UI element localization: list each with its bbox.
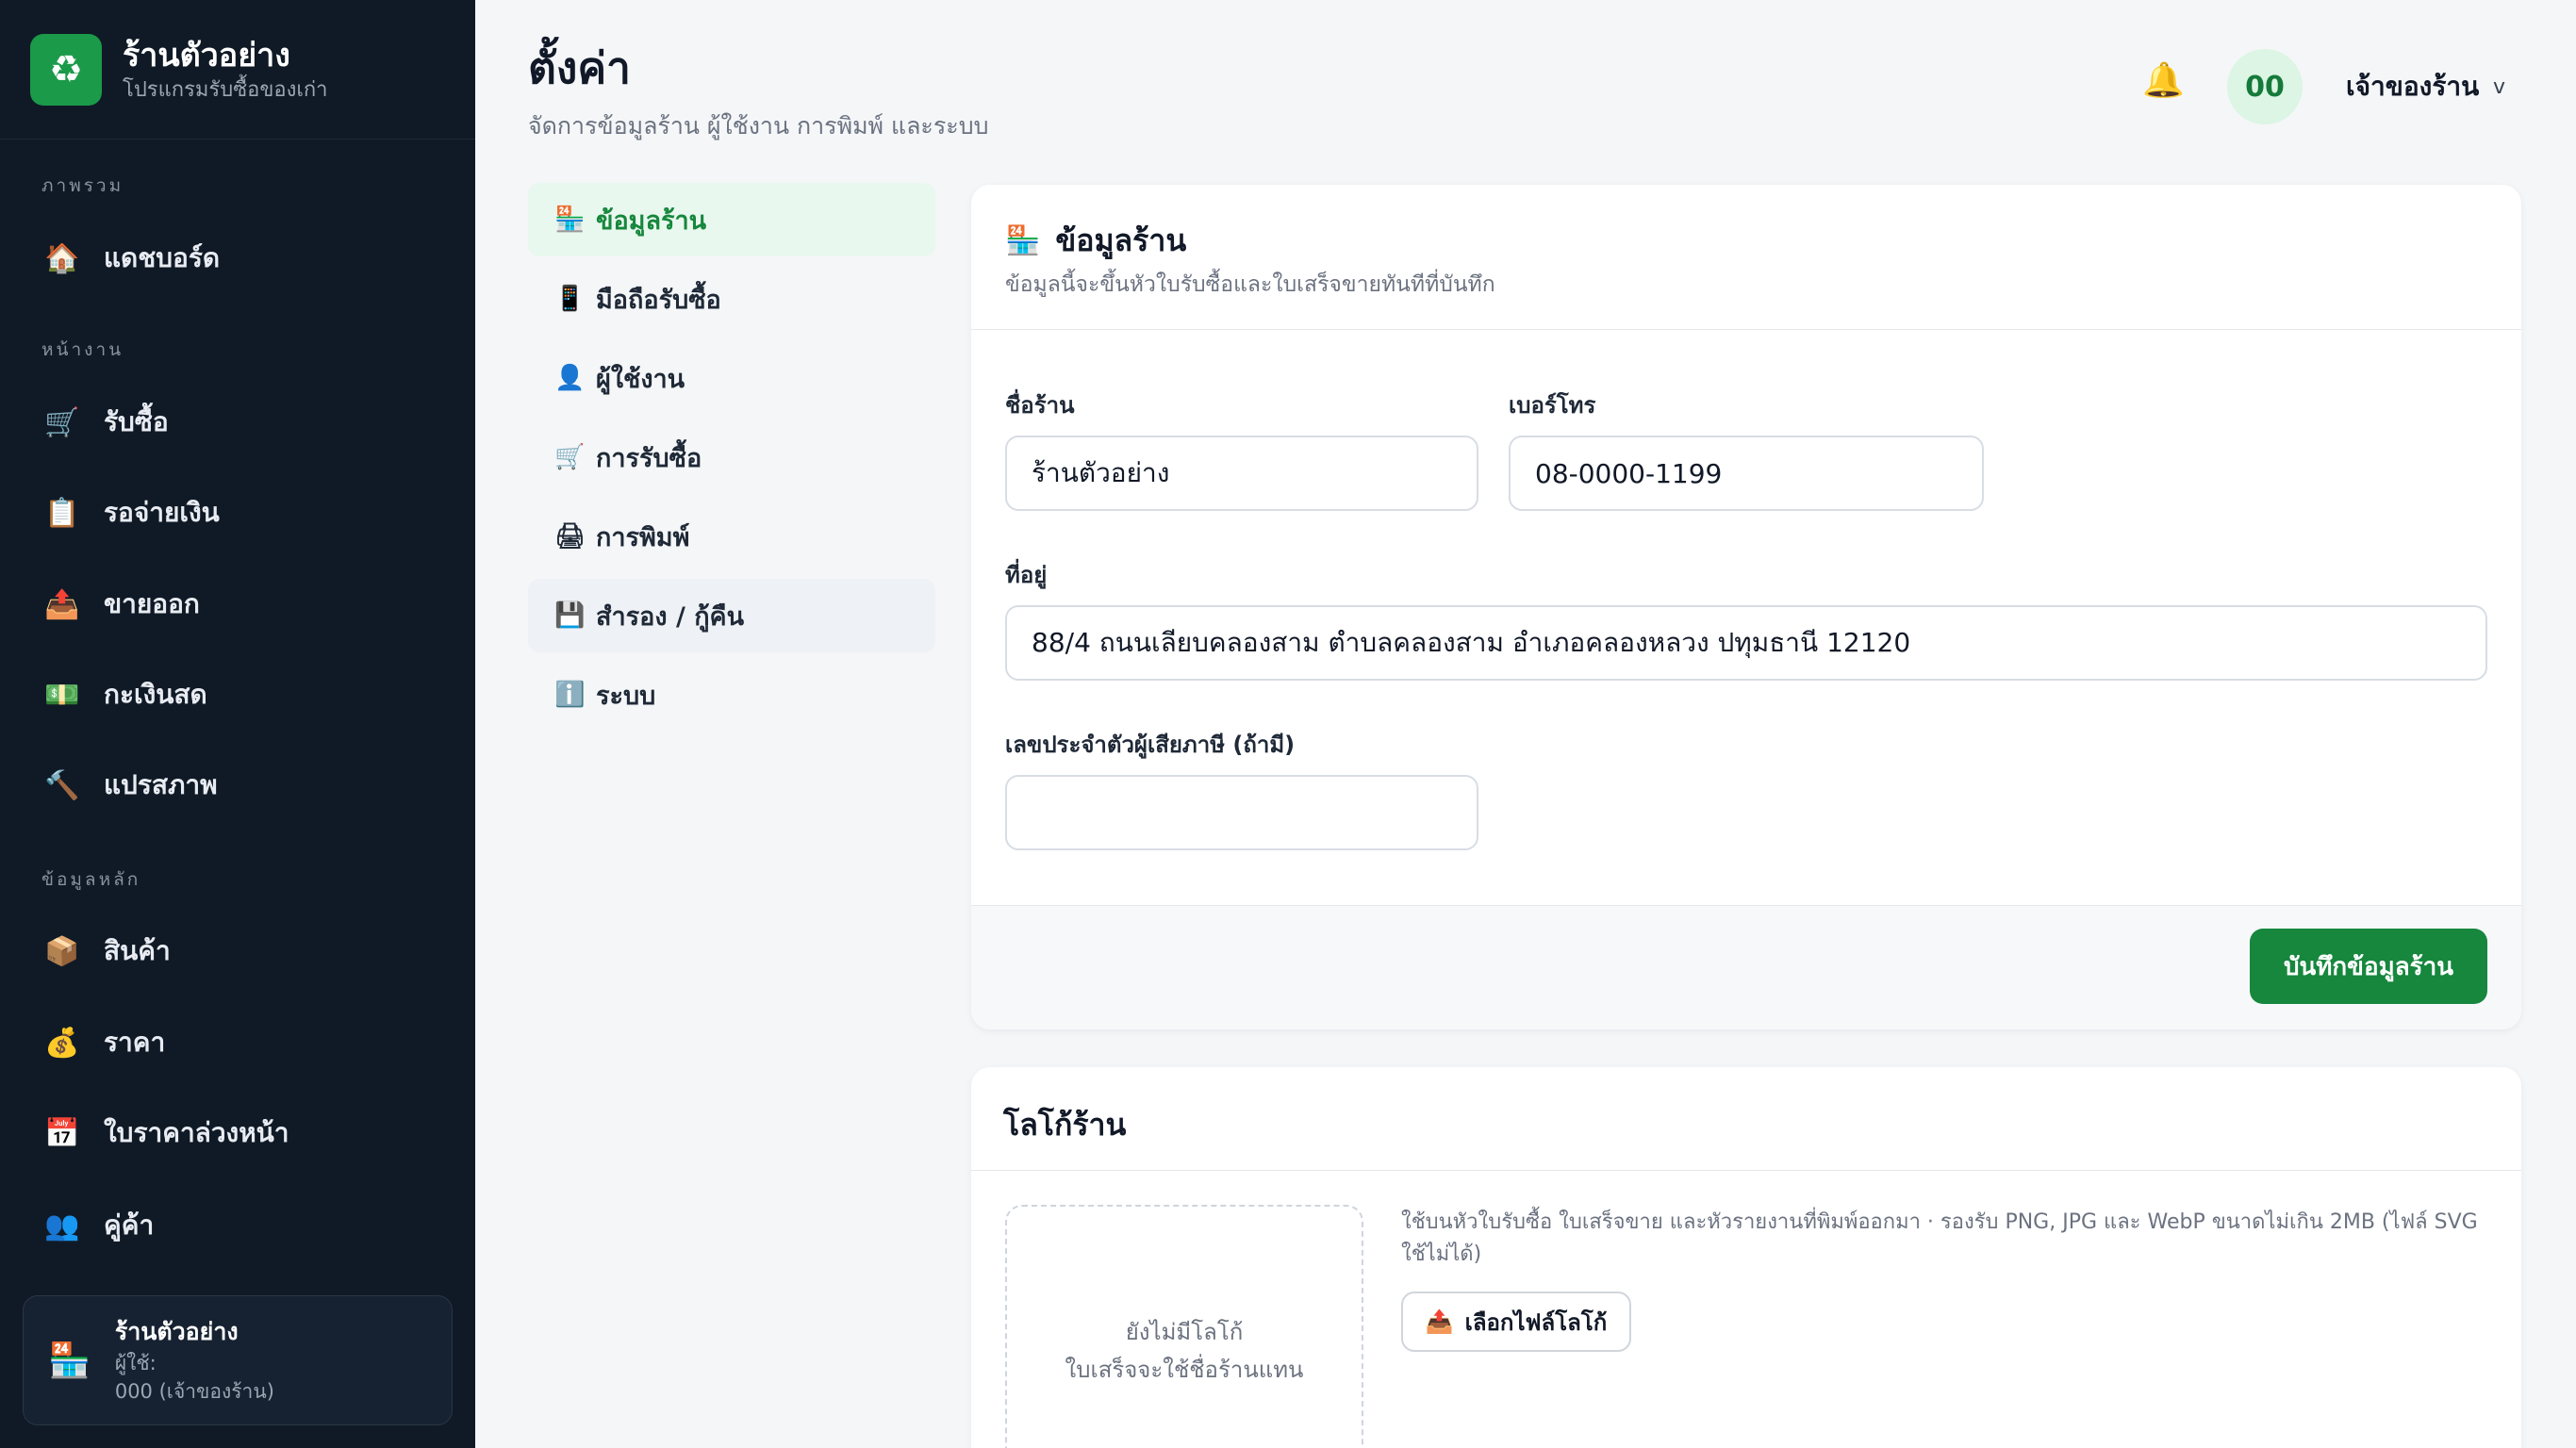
section-label-workspace: หน้างาน xyxy=(41,339,124,360)
tab-system[interactable]: ℹ️ ระบบ xyxy=(528,658,935,732)
sidebar-item-partners[interactable]: 👥 คู่ค้า xyxy=(41,1197,154,1254)
sidebar-item-label: แปรสภาพ xyxy=(104,769,218,800)
tab-printing[interactable]: 🖨 การพิมพ์ xyxy=(528,500,935,573)
sidebar-item-label: รับซื้อ xyxy=(104,406,169,437)
sidebar-item-label: กะเงินสด xyxy=(104,679,207,710)
address-label: ที่อยู่ xyxy=(1005,562,1048,588)
recycle-icon: ♻ xyxy=(30,33,102,106)
sidebar-item-label: ขายออก xyxy=(104,588,200,619)
sidebar-item-label: ราคา xyxy=(104,1027,166,1058)
tax-id-label: เลขประจำตัวผู้เสียภาษี (ถ้ามี) xyxy=(1005,732,1296,758)
app-subtitle: โปรแกรมรับซื้อของเก่า xyxy=(123,77,328,102)
sidebar-item-label: ใบราคาล่วงหน้า xyxy=(104,1117,289,1148)
user-card[interactable]: 🏪 ร้านตัวอย่าง ผู้ใช้: 000 (เจ้าของร้าน) xyxy=(23,1295,453,1425)
tab-mobile-buy[interactable]: 📱 มือถือรับซื้อ xyxy=(528,262,935,336)
printer-icon: 🖨 xyxy=(554,522,586,551)
logo-empty-line2: ใบเสร็จจะใช้ชื่อร้านแทน xyxy=(1065,1357,1304,1383)
shop-name-input[interactable]: ร้านตัวอย่าง xyxy=(1005,436,1478,511)
tab-backup-restore[interactable]: 💾 สำรอง / กู้คืน xyxy=(528,579,935,652)
home-icon: 🏠 xyxy=(44,241,80,275)
phone-label: เบอร์โทร xyxy=(1509,392,1596,419)
cart-icon: 🛒 xyxy=(44,405,80,439)
choose-logo-button[interactable]: 📤 เลือกไฟล์โลโก้ xyxy=(1401,1292,1631,1352)
tab-label: การพิมพ์ xyxy=(596,522,690,552)
card-title: โลโก้ร้าน xyxy=(1003,1107,1127,1143)
tab-buying[interactable]: 🛒 การรับซื้อ xyxy=(528,420,935,494)
tax-id-input[interactable] xyxy=(1005,775,1478,850)
tab-label: ระบบ xyxy=(596,681,656,711)
shop-icon: 🏪 xyxy=(48,1341,91,1380)
user-card-shop: ร้านตัวอย่าง xyxy=(114,1318,239,1345)
user-card-user-value: 000 (เจ้าของร้าน) xyxy=(114,1380,274,1403)
upload-icon: 📤 xyxy=(1425,1308,1454,1335)
sidebar-item-buy[interactable]: 🛒 รับซื้อ xyxy=(41,394,169,451)
sidebar: ♻ ร้านตัวอย่าง โปรแกรมรับซื้อของเก่า ภาพ… xyxy=(0,0,475,1448)
brand[interactable]: ♻ ร้านตัวอย่าง โปรแกรมรับซื้อของเก่า xyxy=(0,0,475,140)
tab-users[interactable]: 👤 ผู้ใช้งาน xyxy=(528,341,935,415)
tab-label: ผู้ใช้งาน xyxy=(596,364,685,394)
sidebar-item-label: รอจ่ายเงิน xyxy=(104,497,220,528)
sidebar-item-products[interactable]: 📦 สินค้า xyxy=(41,923,171,979)
app-name: ร้านตัวอย่าง xyxy=(123,36,290,74)
tab-label: การรับซื้อ xyxy=(596,443,702,473)
sidebar-item-prices[interactable]: 💰 ราคา xyxy=(41,1014,165,1071)
sidebar-item-advance-quotes[interactable]: 📅 ใบราคาล่วงหน้า xyxy=(41,1105,289,1161)
chevron-down-icon[interactable]: v xyxy=(2493,75,2505,99)
page-title: ตั้งค่า xyxy=(528,42,631,93)
sidebar-item-cash-shift[interactable]: 💵 กะเงินสด xyxy=(41,666,207,723)
sidebar-item-label: แดชบอร์ด xyxy=(104,242,221,273)
people-icon: 👥 xyxy=(44,1209,80,1242)
shop-info-card: 🏪 ข้อมูลร้าน ข้อมูลนี้จะขึ้นหัวใบรับซื้อ… xyxy=(971,185,2521,1029)
choose-logo-label: เลือกไฟล์โลโก้ xyxy=(1464,1308,1608,1336)
logo-empty-line1: ยังไม่มีโลโก้ xyxy=(1125,1319,1244,1345)
card-title: 🏪 ข้อมูลร้าน xyxy=(1005,217,1186,265)
sidebar-item-dashboard[interactable]: 🏠 แดชบอร์ด xyxy=(41,230,220,287)
shop-icon: 🏪 xyxy=(554,206,586,234)
user-icon: 👤 xyxy=(554,364,586,392)
outbox-icon: 📤 xyxy=(44,587,80,621)
section-label-overview: ภาพรวม xyxy=(41,175,124,196)
sidebar-item-pending-payment[interactable]: 📋 รอจ่ายเงิน xyxy=(41,485,220,541)
shop-logo-card: โลโก้ร้าน ยังไม่มีโลโก้ ใบเสร็จจะใช้ชื่อ… xyxy=(971,1067,2521,1448)
save-shop-info-button[interactable]: บันทึกข้อมูลร้าน xyxy=(2250,929,2487,1004)
mobile-icon: 📱 xyxy=(554,285,586,313)
address-input[interactable]: 88/4 ถนนเลียบคลองสาม ตำบลคลองสาม อำเภอคล… xyxy=(1005,605,2487,681)
tab-label: สำรอง / กู้คืน xyxy=(596,601,745,632)
sidebar-item-processing[interactable]: 🔨 แปรสภาพ xyxy=(41,757,218,814)
section-label-master-data: ข้อมูลหลัก xyxy=(41,869,141,890)
avatar[interactable]: 00 xyxy=(2227,49,2303,124)
package-icon: 📦 xyxy=(44,934,80,968)
shop-icon: 🏪 xyxy=(1005,224,1041,257)
cash-icon: 💵 xyxy=(44,678,80,712)
hammer-icon: 🔨 xyxy=(44,768,80,802)
page-subtitle: จัดการข้อมูลร้าน ผู้ใช้งาน การพิมพ์ และร… xyxy=(528,112,989,140)
clipboard-icon: 📋 xyxy=(44,496,80,530)
card-title-text: ข้อมูลร้าน xyxy=(1055,222,1187,258)
sidebar-item-sell[interactable]: 📤 ขายออก xyxy=(41,576,200,633)
tab-label: ข้อมูลร้าน xyxy=(596,206,707,236)
sidebar-item-label: คู่ค้า xyxy=(104,1209,155,1241)
card-footer: บันทึกข้อมูลร้าน xyxy=(971,905,2521,1029)
logo-placeholder[interactable]: ยังไม่มีโลโก้ ใบเสร็จจะใช้ชื่อร้านแทน xyxy=(1005,1205,1363,1448)
shop-name-label: ชื่อร้าน xyxy=(1005,392,1075,419)
card-subtitle: ข้อมูลนี้จะขึ้นหัวใบรับซื้อและใบเสร็จขาย… xyxy=(1005,272,1495,297)
cart-icon: 🛒 xyxy=(554,443,586,471)
floppy-disk-icon: 💾 xyxy=(554,601,586,630)
tab-label: มือถือรับซื้อ xyxy=(596,285,721,315)
info-icon: ℹ️ xyxy=(554,681,586,709)
card-header: โลโก้ร้าน xyxy=(971,1067,2521,1171)
card-header: 🏪 ข้อมูลร้าน ข้อมูลนี้จะขึ้นหัวใบรับซื้อ… xyxy=(971,185,2521,330)
logo-help-text: ใช้บนหัวใบรับซื้อ ใบเสร็จขาย และหัวรายงา… xyxy=(1401,1210,2478,1266)
sidebar-item-label: สินค้า xyxy=(104,935,171,966)
bell-icon[interactable]: 🔔 xyxy=(2142,60,2185,100)
phone-input[interactable]: 08-0000-1199 xyxy=(1509,436,1984,511)
calendar-icon: 📅 xyxy=(44,1116,80,1150)
role-menu[interactable]: เจ้าของร้าน xyxy=(2346,66,2479,107)
tab-shop-info[interactable]: 🏪 ข้อมูลร้าน xyxy=(528,183,935,256)
user-card-user-label: ผู้ใช้: xyxy=(114,1352,157,1374)
money-bag-icon: 💰 xyxy=(44,1026,80,1060)
